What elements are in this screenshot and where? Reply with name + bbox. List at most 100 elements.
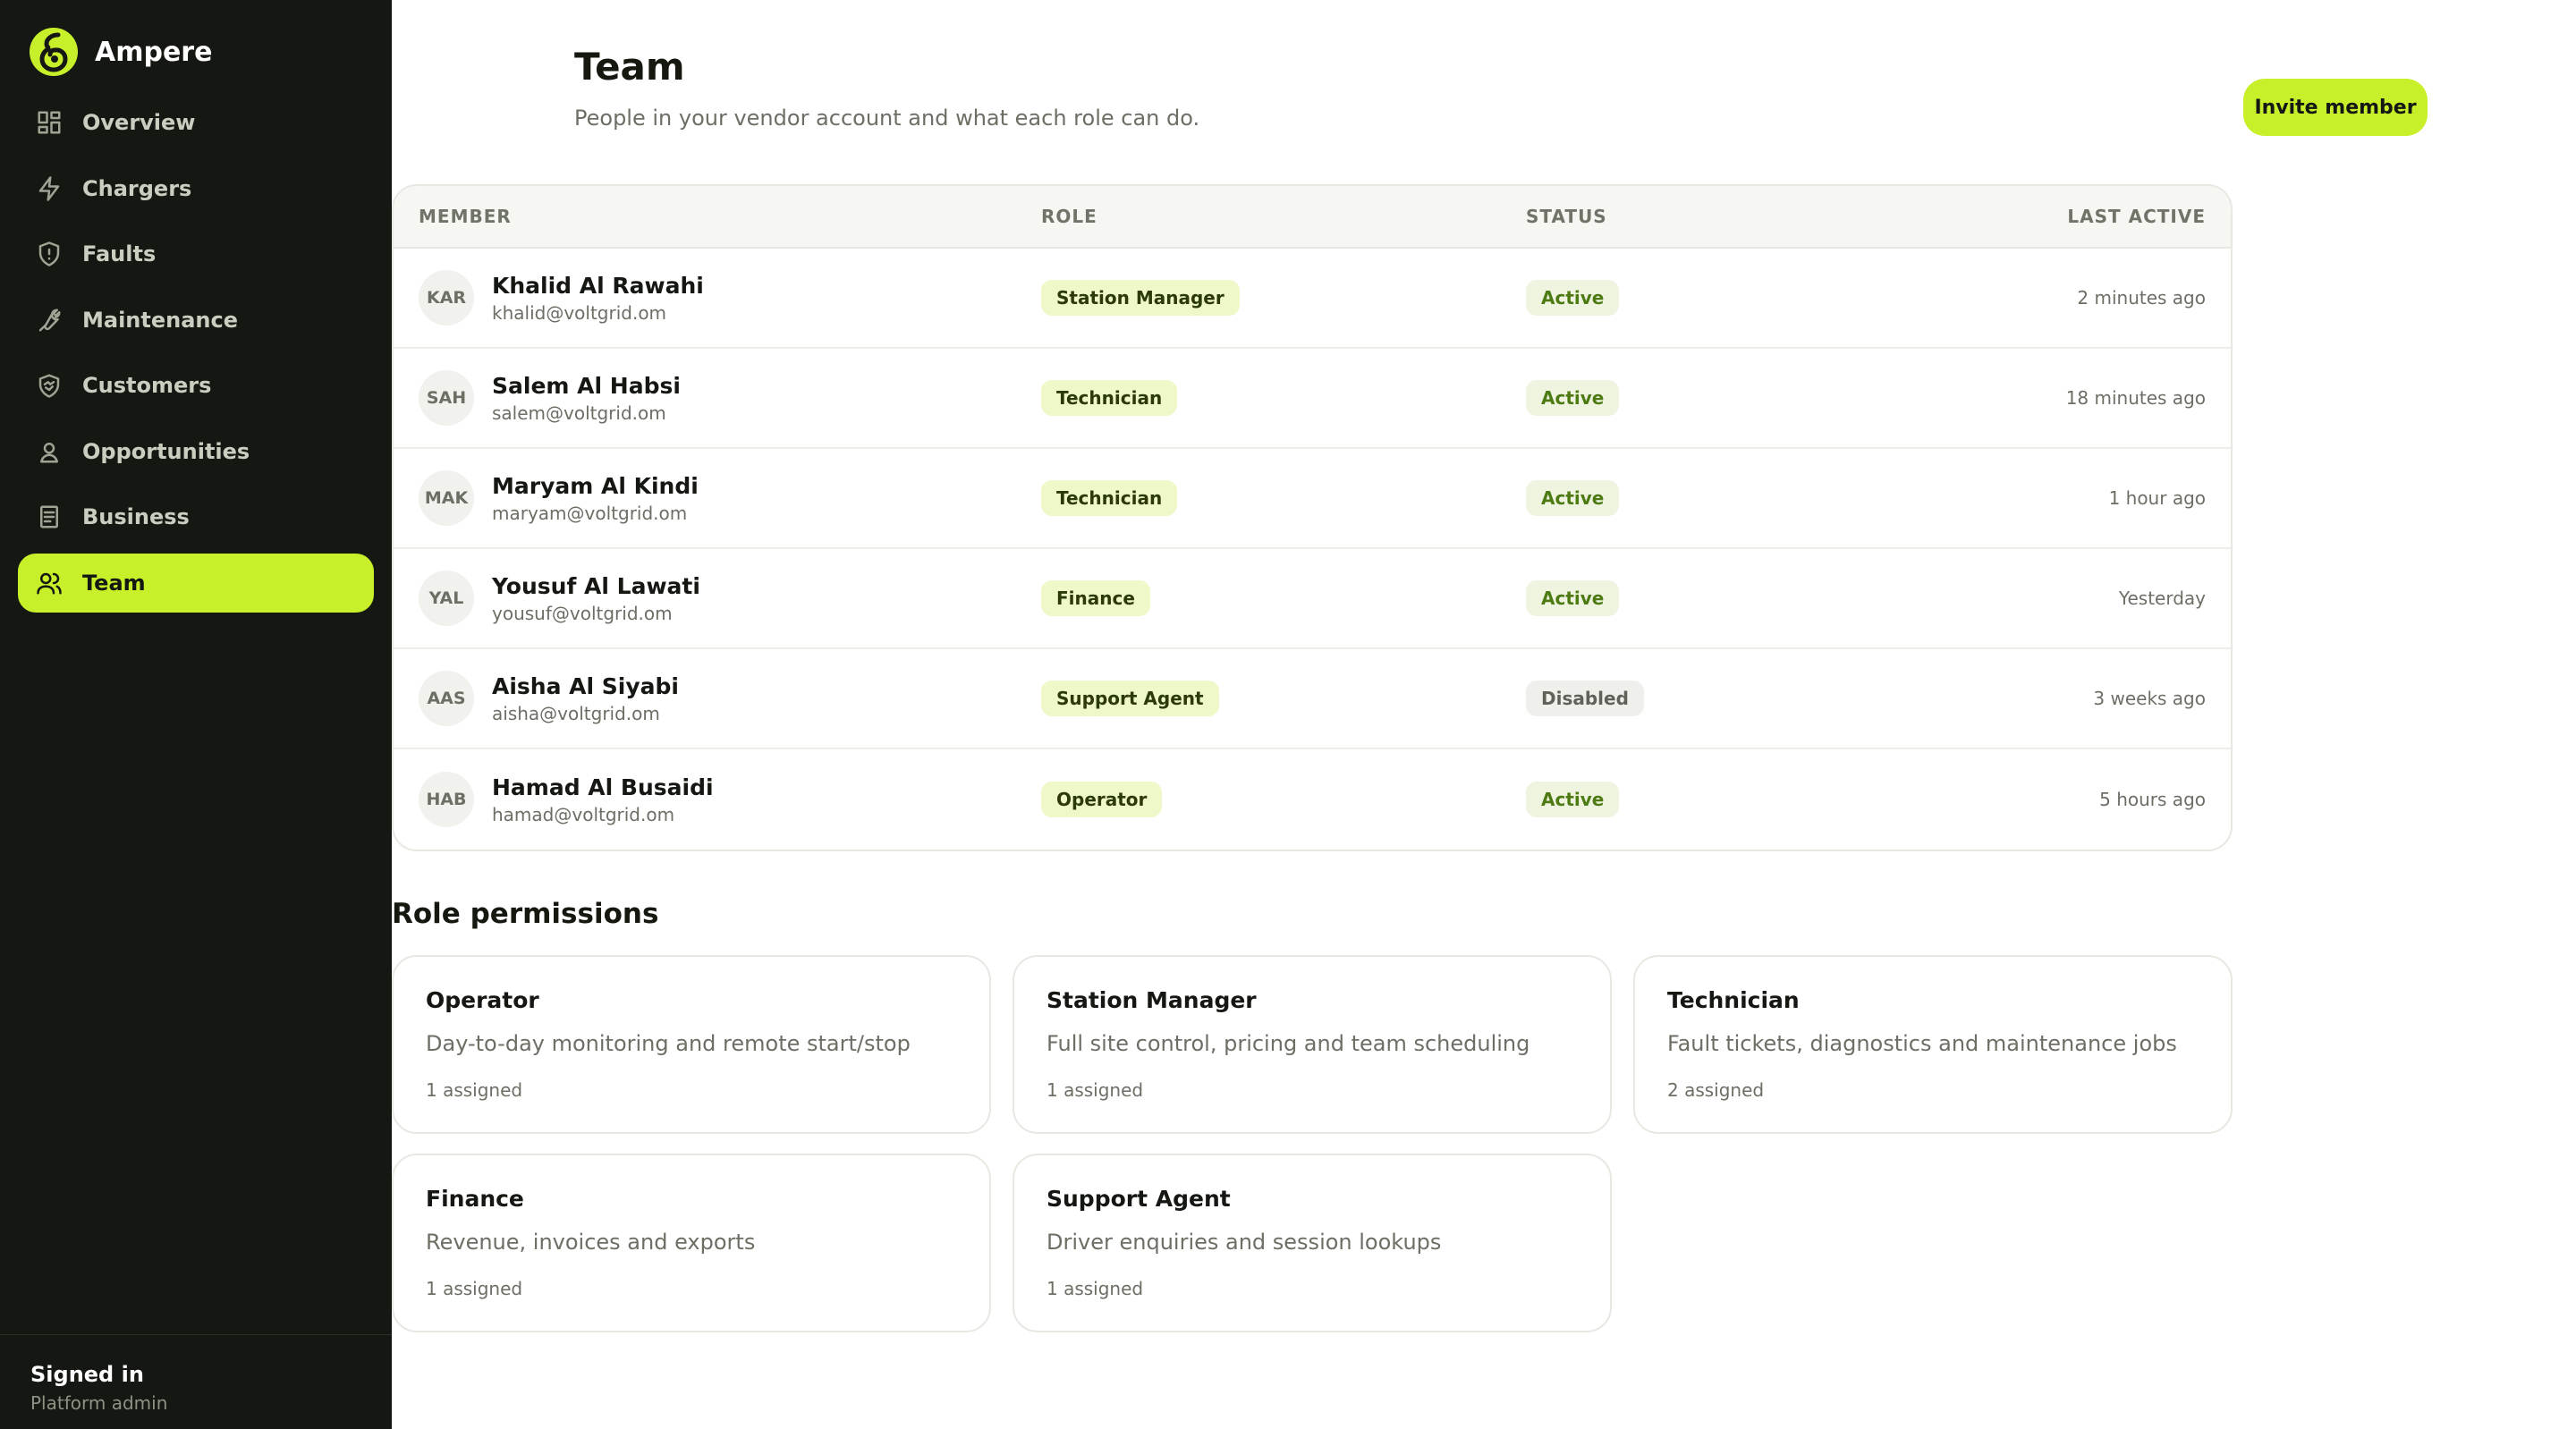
avatar: YAL xyxy=(419,571,474,626)
status-badge: Disabled xyxy=(1526,681,1644,716)
sidebar-item-label: Faults xyxy=(82,241,157,266)
role-badge: Operator xyxy=(1041,782,1163,817)
users-icon xyxy=(36,570,63,596)
role-card-assigned: 1 assigned xyxy=(1046,1079,1144,1101)
member-name: Salem Al Habsi xyxy=(492,372,681,399)
table-row[interactable]: MAK Maryam Al Kindi maryam@voltgrid.om Te… xyxy=(394,449,2231,549)
sidebar-item-label: Team xyxy=(82,570,146,596)
last-active: Yesterday xyxy=(2118,588,2206,609)
sidebar-item-label: Maintenance xyxy=(82,307,239,333)
sidebar-item-label: Opportunities xyxy=(82,438,250,464)
page-header: Team People in your vendor account and w… xyxy=(574,0,2576,179)
sidebar-item-label: Customers xyxy=(82,373,212,398)
sidebar-item-label: Overview xyxy=(82,110,196,135)
role-badge: Finance xyxy=(1041,580,1150,616)
role-card-title: Technician xyxy=(1667,987,1800,1013)
role-cards: Operator Day-to-day monitoring and remot… xyxy=(392,955,2233,1332)
table-row[interactable]: YAL Yousuf Al Lawati yousuf@voltgrid.om F… xyxy=(394,549,2231,649)
member-name: Aisha Al Siyabi xyxy=(492,672,679,699)
table-header: MEMBER ROLE STATUS LAST ACTIVE xyxy=(394,186,2231,249)
status-badge: Active xyxy=(1526,580,1620,616)
invite-member-button[interactable]: Invite member xyxy=(2243,79,2428,136)
member-cell: MAK Maryam Al Kindi maryam@voltgrid.om xyxy=(394,470,1041,526)
member-email: salem@voltgrid.om xyxy=(492,402,666,424)
role-badge: Technician xyxy=(1041,480,1178,516)
member-cell: SAH Salem Al Habsi salem@voltgrid.om xyxy=(394,370,1041,426)
member-cell: HAB Hamad Al Busaidi hamad@voltgrid.om xyxy=(394,772,1041,827)
sidebar-item-chargers[interactable]: Chargers xyxy=(18,159,374,218)
sidebar-item-maintenance[interactable]: Maintenance xyxy=(18,291,374,350)
member-cell: KAR Khalid Al Rawahi khalid@voltgrid.om xyxy=(394,270,1041,326)
member-cell: AAS Aisha Al Siyabi aisha@voltgrid.om xyxy=(394,671,1041,726)
role-permissions-title: Role permissions xyxy=(392,898,659,930)
role-card-assigned: 1 assigned xyxy=(426,1079,523,1101)
page-title: Team xyxy=(574,45,685,89)
sidebar-item-team[interactable]: Team xyxy=(18,553,374,613)
role-card-title: Finance xyxy=(426,1186,524,1212)
last-active: 5 hours ago xyxy=(2099,789,2206,810)
table-row[interactable]: HAB Hamad Al Busaidi hamad@voltgrid.om Op… xyxy=(394,749,2231,850)
role-card-operator[interactable]: Operator Day-to-day monitoring and remot… xyxy=(392,955,991,1134)
member-cell: YAL Yousuf Al Lawati yousuf@voltgrid.om xyxy=(394,571,1041,626)
role-card-description: Day-to-day monitoring and remote start/s… xyxy=(426,1031,911,1056)
member-email: hamad@voltgrid.om xyxy=(492,803,675,825)
member-name: Khalid Al Rawahi xyxy=(492,272,704,299)
sidebar-item-overview[interactable]: Overview xyxy=(18,93,374,152)
member-email: maryam@voltgrid.om xyxy=(492,502,688,524)
shield-alert-icon xyxy=(36,241,63,267)
signed-in-title: Signed in xyxy=(30,1362,144,1387)
avatar: SAH xyxy=(419,370,474,426)
brand-name: Ampere xyxy=(95,36,213,68)
column-header-last-active: LAST ACTIVE xyxy=(2067,206,2206,227)
member-name: Yousuf Al Lawati xyxy=(492,572,700,599)
sidebar-item-opportunities[interactable]: Opportunities xyxy=(18,422,374,481)
role-card-assigned: 1 assigned xyxy=(1046,1278,1144,1299)
wrench-icon xyxy=(36,307,63,334)
sidebar-item-business[interactable]: Business xyxy=(18,487,374,546)
sidebar-item-label: Business xyxy=(82,504,190,529)
last-active: 2 minutes ago xyxy=(2077,287,2206,309)
status-badge: Active xyxy=(1526,380,1620,416)
avatar: HAB xyxy=(419,772,474,827)
role-card-description: Full site control, pricing and team sche… xyxy=(1046,1031,1530,1056)
ampere-logo-icon xyxy=(30,28,78,76)
signed-in-role: Platform admin xyxy=(30,1392,168,1414)
role-card-support-agent[interactable]: Support Agent Driver enquiries and sessi… xyxy=(1013,1154,1612,1332)
role-card-station-manager[interactable]: Station Manager Full site control, prici… xyxy=(1013,955,1612,1134)
column-header-status: STATUS xyxy=(1526,206,1607,227)
status-badge: Active xyxy=(1526,280,1620,316)
avatar: KAR xyxy=(419,270,474,326)
status-badge: Active xyxy=(1526,480,1620,516)
role-card-assigned: 1 assigned xyxy=(426,1278,523,1299)
sidebar: Ampere Overview Chargers Faults Maintena… xyxy=(0,0,392,1429)
user-badge-icon xyxy=(36,438,63,465)
table-row[interactable]: SAH Salem Al Habsi salem@voltgrid.om Tech… xyxy=(394,349,2231,449)
team-table: MEMBER ROLE STATUS LAST ACTIVE KAR Khali… xyxy=(392,184,2233,851)
last-active: 3 weeks ago xyxy=(2093,688,2206,709)
role-card-finance[interactable]: Finance Revenue, invoices and exports 1 … xyxy=(392,1154,991,1332)
sidebar-item-customers[interactable]: Customers xyxy=(18,356,374,415)
member-email: yousuf@voltgrid.om xyxy=(492,602,673,624)
sidebar-item-label: Chargers xyxy=(82,175,192,201)
member-email: aisha@voltgrid.om xyxy=(492,702,660,724)
member-name: Maryam Al Kindi xyxy=(492,472,699,499)
role-card-description: Revenue, invoices and exports xyxy=(426,1230,756,1255)
role-badge: Technician xyxy=(1041,380,1178,416)
status-badge: Active xyxy=(1526,782,1620,817)
role-card-title: Station Manager xyxy=(1046,987,1257,1013)
column-header-member: MEMBER xyxy=(419,206,512,227)
role-card-description: Driver enquiries and session lookups xyxy=(1046,1230,1442,1255)
role-card-technician[interactable]: Technician Fault tickets, diagnostics an… xyxy=(1633,955,2233,1134)
member-email: khalid@voltgrid.om xyxy=(492,301,667,324)
handshake-icon xyxy=(36,372,63,399)
brand[interactable]: Ampere xyxy=(0,0,392,77)
role-card-title: Support Agent xyxy=(1046,1186,1231,1212)
table-row[interactable]: AAS Aisha Al Siyabi aisha@voltgrid.om Sup… xyxy=(394,649,2231,749)
table-row[interactable]: KAR Khalid Al Rawahi khalid@voltgrid.om S… xyxy=(394,249,2231,349)
document-icon xyxy=(36,503,63,530)
role-badge: Support Agent xyxy=(1041,681,1219,716)
avatar: MAK xyxy=(419,470,474,526)
sidebar-item-faults[interactable]: Faults xyxy=(18,224,374,283)
page-subtitle: People in your vendor account and what e… xyxy=(574,106,1200,131)
bolt-icon xyxy=(36,175,63,202)
